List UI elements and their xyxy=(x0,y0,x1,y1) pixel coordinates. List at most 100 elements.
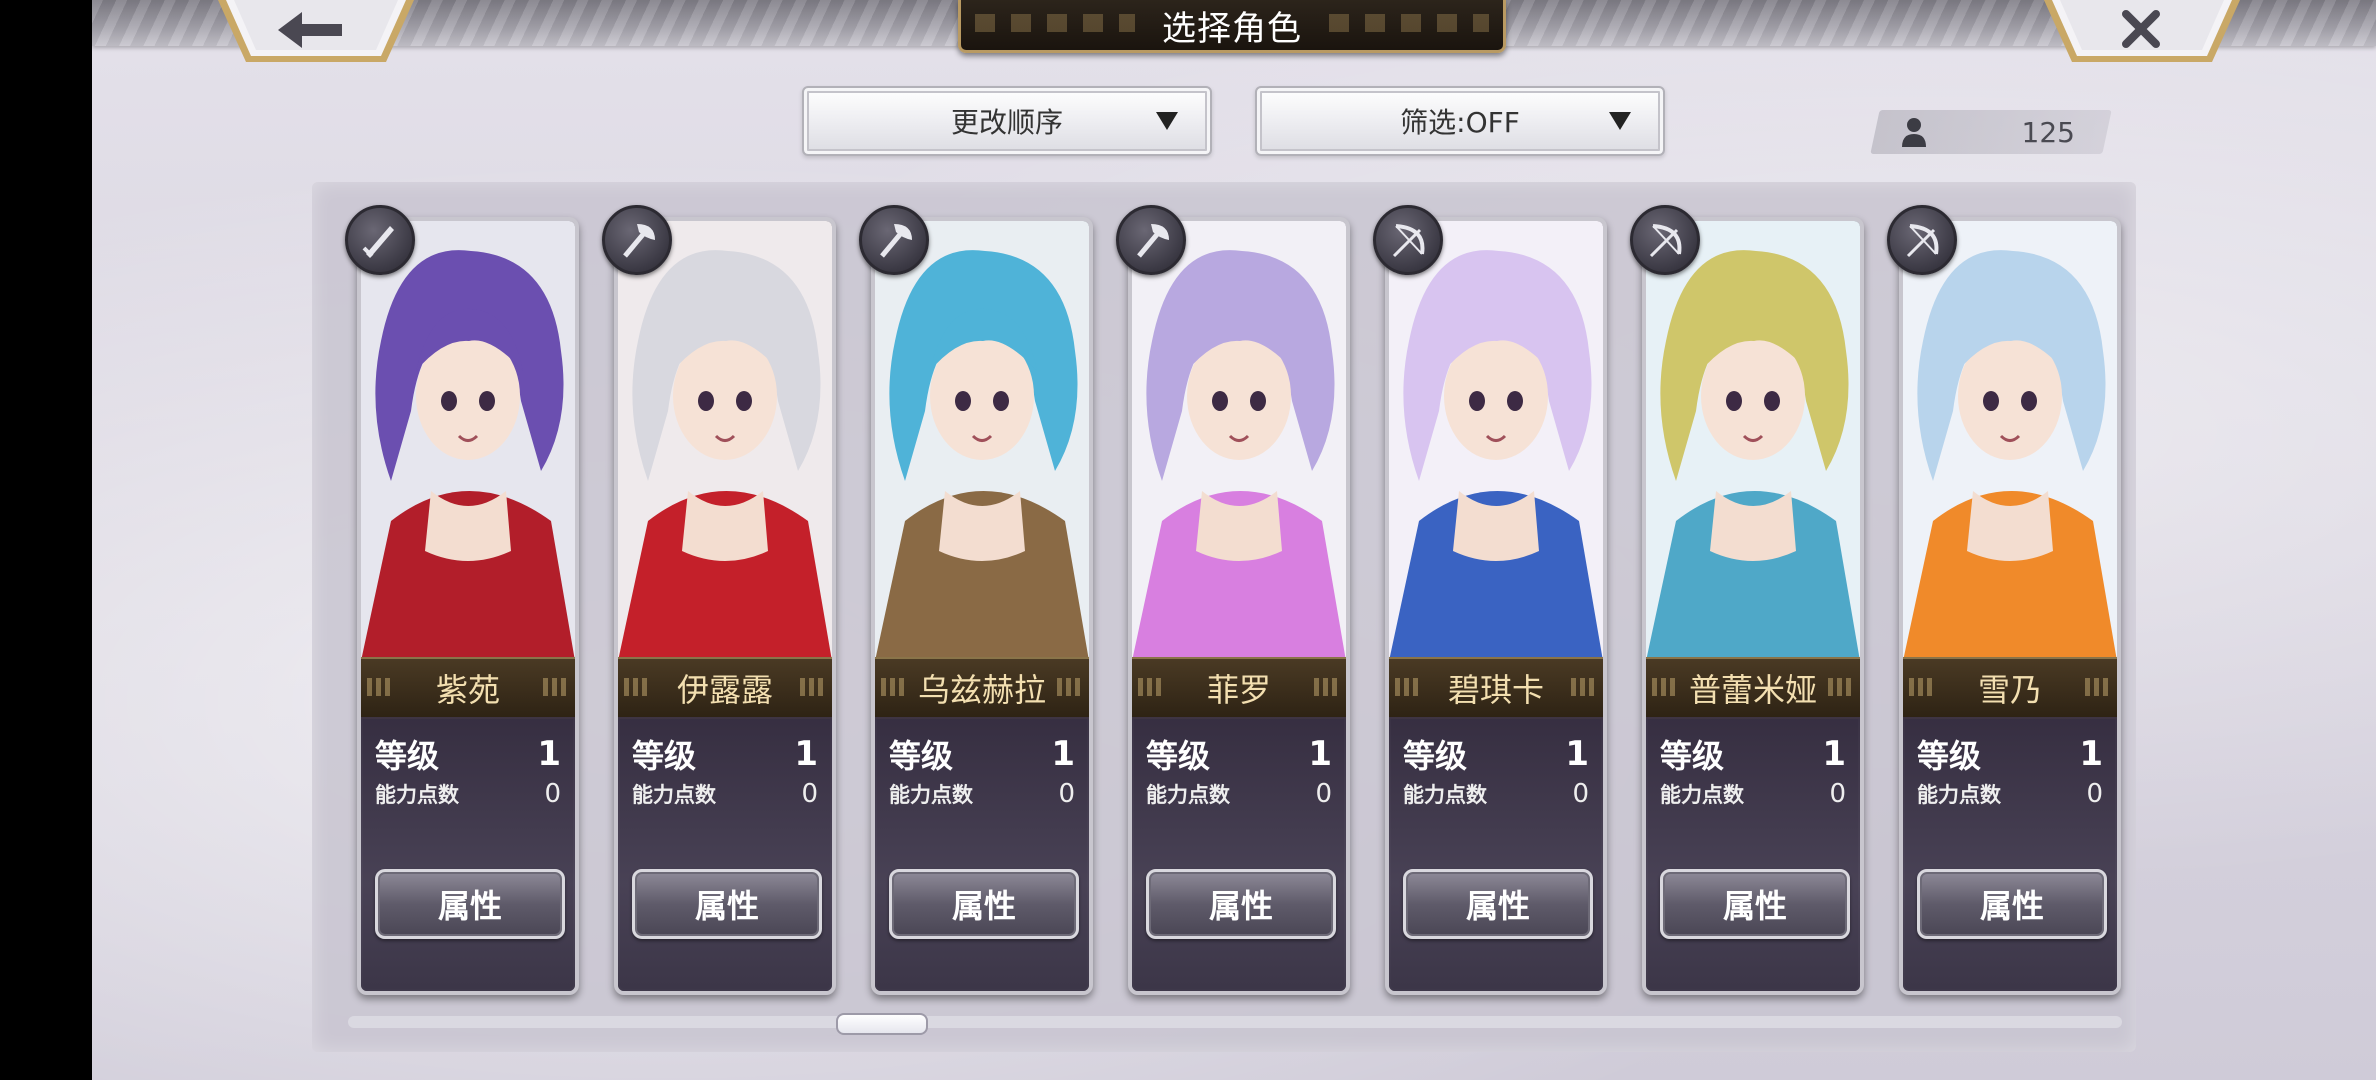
level-row: 等级 1 xyxy=(632,731,818,777)
level-value: 1 xyxy=(1565,734,1589,774)
character-stats: 等级 1 能力点数 0 属性 xyxy=(618,717,832,991)
ability-points-label: 能力点数 xyxy=(1403,783,1487,807)
ability-points-row: 能力点数 0 xyxy=(1917,779,2103,809)
ability-points-value: 0 xyxy=(1315,779,1332,809)
character-portrait xyxy=(1903,221,2117,661)
level-value: 1 xyxy=(2079,734,2103,774)
character-name-band: 菲罗 xyxy=(1132,657,1346,719)
level-label: 等级 xyxy=(375,737,440,775)
ability-points-row: 能力点数 0 xyxy=(889,779,1075,809)
scrollbar-thumb[interactable] xyxy=(835,1013,928,1035)
level-row: 等级 1 xyxy=(1917,731,2103,777)
chevron-down-icon xyxy=(1609,112,1631,130)
sort-order-dropdown[interactable]: 更改顺序 xyxy=(802,86,1212,156)
page-title: 选择角色 xyxy=(1162,8,1302,49)
character-stats: 等级 1 能力点数 0 属性 xyxy=(875,717,1089,991)
ability-points-row: 能力点数 0 xyxy=(1403,779,1589,809)
level-row: 等级 1 xyxy=(889,731,1075,777)
attributes-button[interactable]: 属性 xyxy=(1917,869,2107,939)
scrollbar-track[interactable] xyxy=(348,1016,2122,1028)
attributes-button[interactable]: 属性 xyxy=(1403,869,1593,939)
attributes-button[interactable]: 属性 xyxy=(889,869,1079,939)
ability-points-row: 能力点数 0 xyxy=(1660,779,1846,809)
character-card[interactable]: 雪乃 等级 1 能力点数 0 属性 xyxy=(1899,217,2121,995)
character-name: 普蕾米娅 xyxy=(1688,671,1817,709)
back-button[interactable] xyxy=(218,0,414,64)
character-card[interactable]: 菲罗 等级 1 能力点数 0 属性 xyxy=(1128,217,1350,995)
bow-icon xyxy=(1373,205,1443,275)
attributes-button[interactable]: 属性 xyxy=(632,869,822,939)
character-stats: 等级 1 能力点数 0 属性 xyxy=(361,717,575,991)
level-value: 1 xyxy=(794,734,818,774)
ability-points-value: 0 xyxy=(2086,779,2103,809)
character-name-band: 普蕾米娅 xyxy=(1646,657,1860,719)
character-portrait xyxy=(875,221,1089,661)
character-stats: 等级 1 能力点数 0 属性 xyxy=(1646,717,1860,991)
attributes-button-label: 属性 xyxy=(1465,887,1530,925)
attributes-button[interactable]: 属性 xyxy=(1660,869,1850,939)
character-card[interactable]: 伊露露 等级 1 能力点数 0 属性 xyxy=(614,217,836,995)
ability-points-label: 能力点数 xyxy=(632,783,716,807)
ability-points-label: 能力点数 xyxy=(1146,783,1230,807)
character-select-screen: 选择角色 更改顺序 筛选:OFF 125 紫苑 等级 1 能力点数 0 属性 伊… xyxy=(92,0,2376,1080)
character-portrait xyxy=(1132,221,1346,661)
chevron-down-icon xyxy=(1156,112,1178,130)
ability-points-row: 能力点数 0 xyxy=(632,779,818,809)
character-name-band: 乌兹赫拉 xyxy=(875,657,1089,719)
level-label: 等级 xyxy=(1146,737,1211,775)
attributes-button-label: 属性 xyxy=(1722,887,1787,925)
attributes-button[interactable]: 属性 xyxy=(375,869,565,939)
character-name-band: 雪乃 xyxy=(1903,657,2117,719)
axe-icon xyxy=(1116,205,1186,275)
ability-points-label: 能力点数 xyxy=(1660,783,1744,807)
level-row: 等级 1 xyxy=(1146,731,1332,777)
ability-points-row: 能力点数 0 xyxy=(1146,779,1332,809)
level-value: 1 xyxy=(1308,734,1332,774)
ability-points-value: 0 xyxy=(1829,779,1846,809)
close-button[interactable] xyxy=(2044,0,2240,64)
character-name: 紫苑 xyxy=(435,671,500,709)
ability-points-value: 0 xyxy=(1572,779,1589,809)
bow-icon xyxy=(1630,205,1700,275)
ability-points-value: 0 xyxy=(1058,779,1075,809)
left-black-bar xyxy=(0,0,92,1080)
level-label: 等级 xyxy=(632,737,697,775)
level-row: 等级 1 xyxy=(1403,731,1589,777)
ability-points-label: 能力点数 xyxy=(375,783,459,807)
close-x-icon xyxy=(2044,0,2240,62)
level-value: 1 xyxy=(1051,734,1075,774)
ability-points-label: 能力点数 xyxy=(1917,783,2001,807)
person-icon xyxy=(1902,118,1926,147)
bow-icon xyxy=(1887,205,1957,275)
attributes-button-label: 属性 xyxy=(1208,887,1273,925)
level-value: 1 xyxy=(537,734,561,774)
filter-dropdown[interactable]: 筛选:OFF xyxy=(1255,86,1665,156)
character-portrait xyxy=(361,221,575,661)
ability-points-row: 能力点数 0 xyxy=(375,779,561,809)
character-portrait xyxy=(618,221,832,661)
attributes-button[interactable]: 属性 xyxy=(1146,869,1336,939)
arrow-left-icon xyxy=(218,0,414,62)
axe-icon xyxy=(602,205,672,275)
character-card[interactable]: 碧琪卡 等级 1 能力点数 0 属性 xyxy=(1385,217,1607,995)
level-value: 1 xyxy=(1822,734,1846,774)
character-card[interactable]: 乌兹赫拉 等级 1 能力点数 0 属性 xyxy=(871,217,1093,995)
level-row: 等级 1 xyxy=(1660,731,1846,777)
level-label: 等级 xyxy=(1917,737,1982,775)
character-stats: 等级 1 能力点数 0 属性 xyxy=(1132,717,1346,991)
axe-icon xyxy=(859,205,929,275)
character-count-value: 125 xyxy=(2021,115,2075,149)
sort-order-label: 更改顺序 xyxy=(950,106,1063,139)
level-label: 等级 xyxy=(1660,737,1725,775)
sword-icon xyxy=(345,205,415,275)
character-card[interactable]: 普蕾米娅 等级 1 能力点数 0 属性 xyxy=(1642,217,1864,995)
character-portrait xyxy=(1646,221,1860,661)
character-portrait xyxy=(1389,221,1603,661)
character-name: 碧琪卡 xyxy=(1447,671,1544,709)
level-label: 等级 xyxy=(1403,737,1468,775)
character-card[interactable]: 紫苑 等级 1 能力点数 0 属性 xyxy=(357,217,579,995)
character-name-band: 伊露露 xyxy=(618,657,832,719)
character-name-band: 紫苑 xyxy=(361,657,575,719)
attributes-button-label: 属性 xyxy=(694,887,759,925)
attributes-button-label: 属性 xyxy=(437,887,502,925)
